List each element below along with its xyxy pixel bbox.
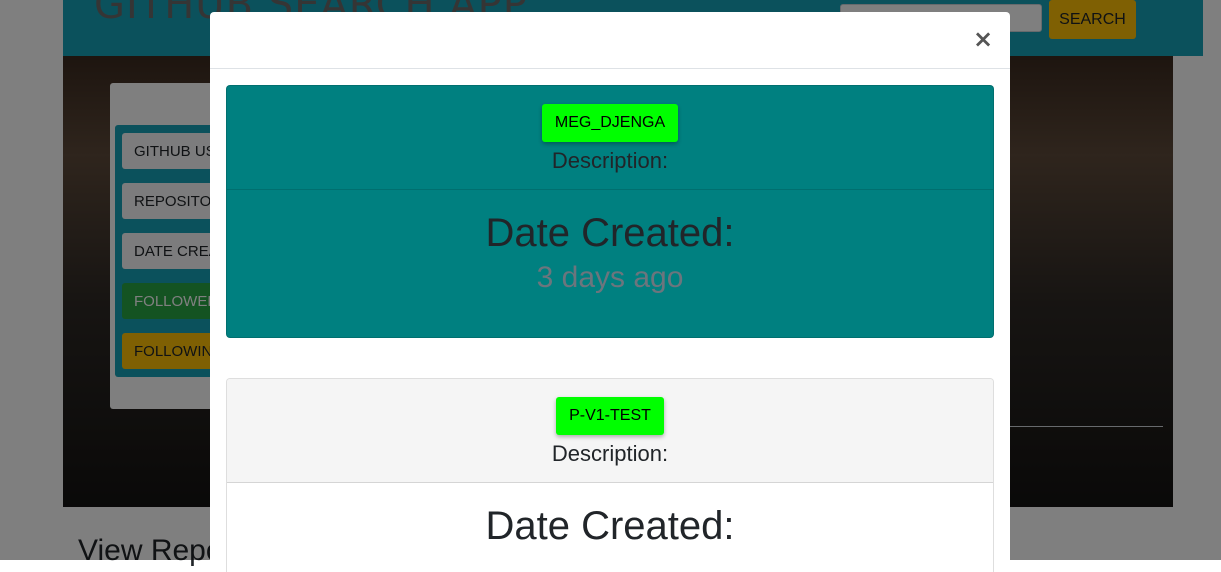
- date-created-label: Date Created:: [485, 211, 735, 255]
- modal-header: ×: [210, 12, 1010, 69]
- date-created-value: 3 days ago: [536, 261, 684, 294]
- close-button[interactable]: ×: [970, 24, 996, 54]
- repo-name-button[interactable]: MEG_DJENGA: [541, 104, 679, 142]
- repo-card: MEG_DJENGA Description: Date Created: 3 …: [226, 85, 994, 338]
- repo-card-body: Date Created:: [227, 483, 993, 549]
- repo-name-button[interactable]: P-V1-TEST: [556, 397, 664, 435]
- description-label: Description:: [551, 441, 669, 466]
- description-label: Description:: [551, 148, 669, 173]
- repo-card: P-V1-TEST Description: Date Created:: [226, 378, 994, 572]
- date-created-label: Date Created:: [485, 504, 735, 548]
- repo-card-header: MEG_DJENGA Description:: [227, 86, 993, 190]
- repos-modal: × MEG_DJENGA Description: Date Created: …: [210, 12, 1010, 572]
- repo-card-header: P-V1-TEST Description:: [227, 379, 993, 483]
- repo-card-body: Date Created: 3 days ago: [227, 190, 993, 296]
